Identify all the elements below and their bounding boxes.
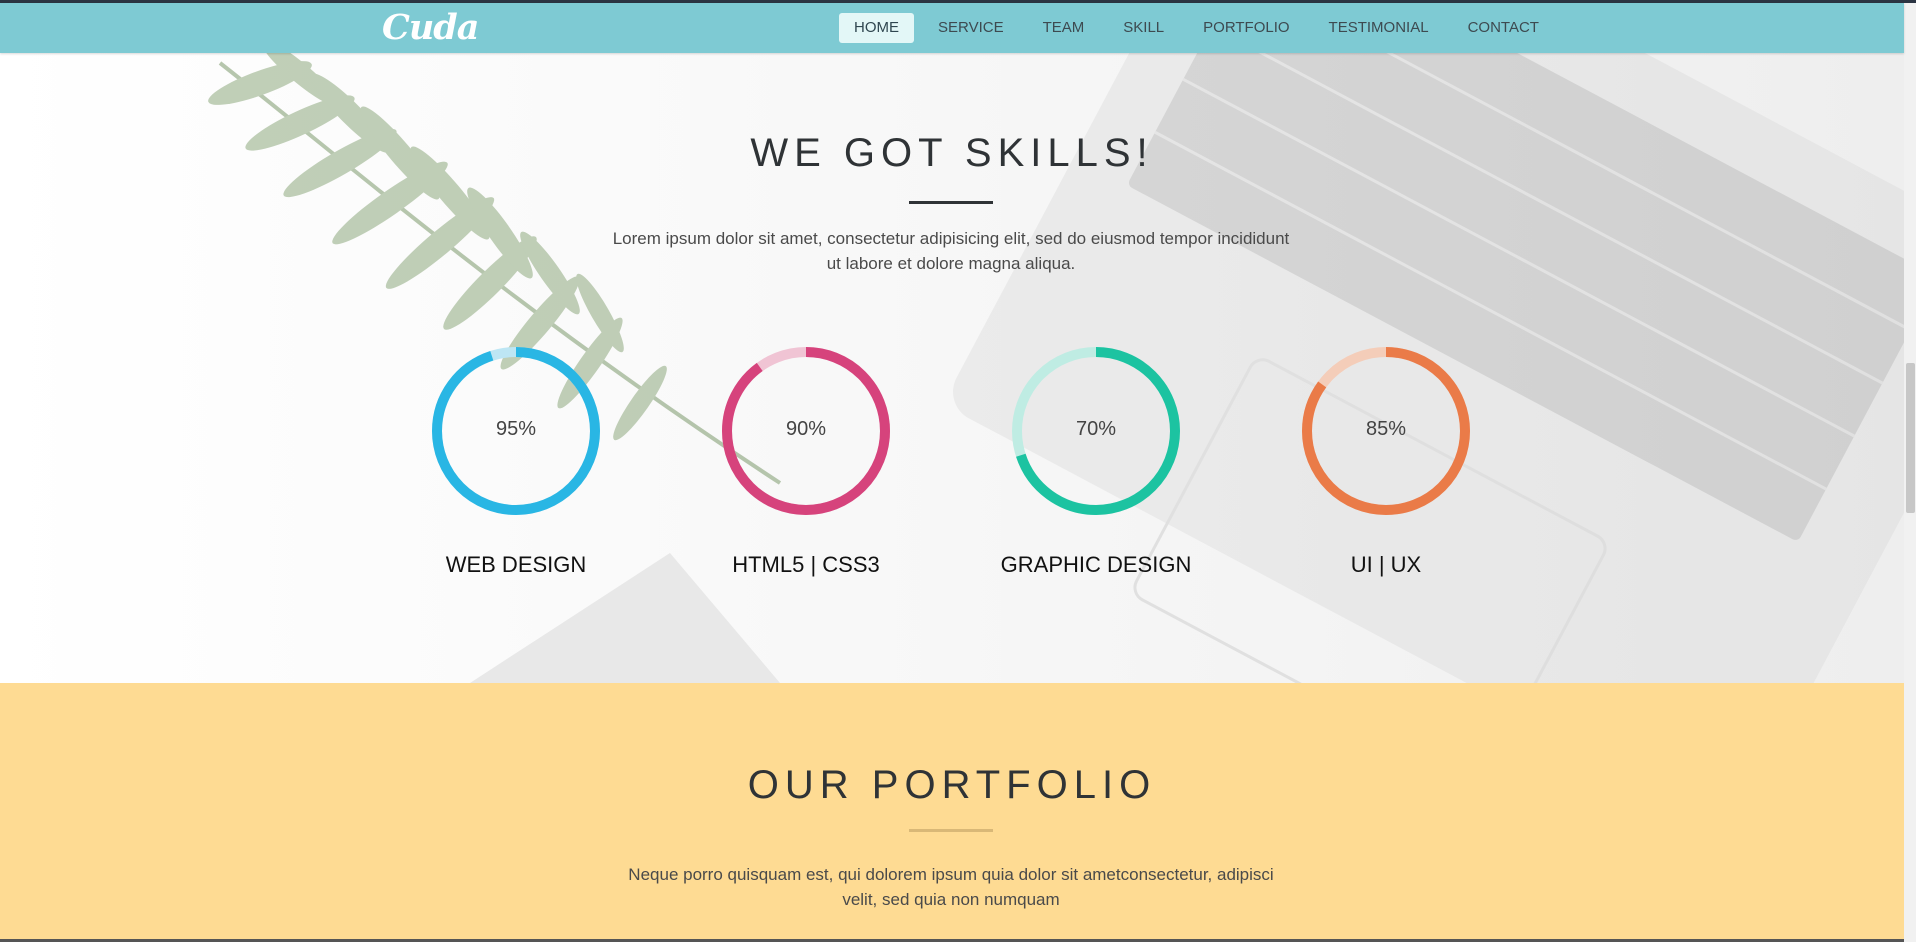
skill-card-graphic-design: 70% GRAPHIC DESIGN xyxy=(976,346,1216,577)
portfolio-section: OUR PORTFOLIO Neque porro quisquam est, … xyxy=(0,683,1904,942)
nav-contact[interactable]: CONTACT xyxy=(1453,13,1554,43)
navbar: Cuda HOME SERVICE TEAM SKILL PORTFOLIO T… xyxy=(0,3,1904,53)
skill-percent: 90% xyxy=(785,418,827,440)
skill-name: UI | UX xyxy=(1350,552,1422,577)
skills-description: Lorem ipsum dolor sit amet, consectetur … xyxy=(612,229,1290,273)
skill-percent: 70% xyxy=(1075,418,1117,440)
skill-card-ui-ux: 85% UI | UX xyxy=(1266,346,1506,577)
skills-section: WE GOT SKILLS! Lorem ipsum dolor sit ame… xyxy=(0,53,1904,683)
scrollbar-thumb[interactable] xyxy=(1906,363,1915,513)
portfolio-title-divider xyxy=(909,829,993,832)
skill-percent: 95% xyxy=(495,418,537,440)
nav-team[interactable]: TEAM xyxy=(1028,13,1100,43)
skills-title-divider xyxy=(909,201,993,204)
skill-name: WEB DESIGN xyxy=(445,552,587,577)
portfolio-description: Neque porro quisquam est, qui dolorem ip… xyxy=(628,865,1274,909)
nav-service[interactable]: SERVICE xyxy=(923,13,1019,43)
nav-menu: HOME SERVICE TEAM SKILL PORTFOLIO TESTIM… xyxy=(839,13,1563,43)
nav-home[interactable]: HOME xyxy=(839,13,914,43)
skills-title: WE GOT SKILLS! xyxy=(750,131,1154,175)
skill-card-html5-css3: 90% HTML5 | CSS3 xyxy=(686,346,926,577)
skill-card-web-design: 95% WEB DESIGN xyxy=(396,346,636,577)
skill-name: HTML5 | CSS3 xyxy=(732,552,880,577)
portfolio-title: OUR PORTFOLIO xyxy=(747,763,1157,807)
skill-percent: 85% xyxy=(1365,418,1407,440)
logo[interactable]: Cuda xyxy=(382,7,479,48)
nav-testimonial[interactable]: TESTIMONIAL xyxy=(1314,13,1444,43)
nav-portfolio[interactable]: PORTFOLIO xyxy=(1188,13,1304,43)
scrollbar[interactable] xyxy=(1904,3,1916,942)
nav-skill[interactable]: SKILL xyxy=(1108,13,1179,43)
skill-name: GRAPHIC DESIGN xyxy=(1000,552,1192,577)
